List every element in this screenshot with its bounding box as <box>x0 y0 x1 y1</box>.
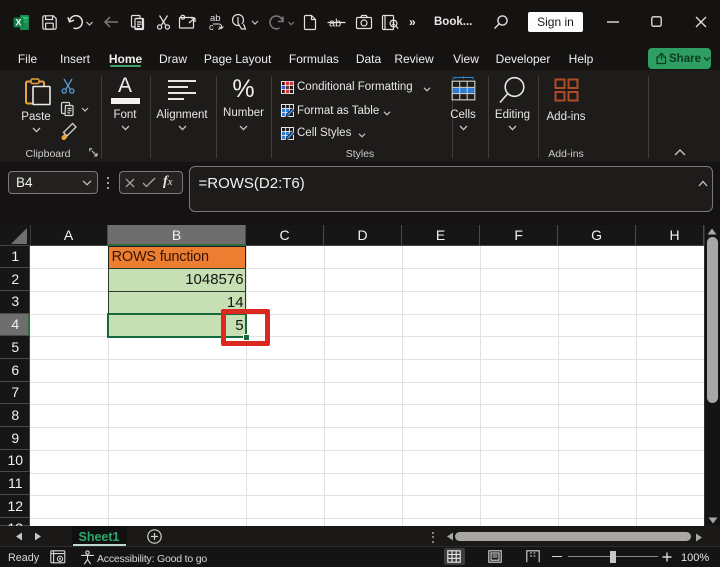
svg-text:ab: ab <box>329 18 341 30</box>
svg-text:X: X <box>15 17 21 27</box>
